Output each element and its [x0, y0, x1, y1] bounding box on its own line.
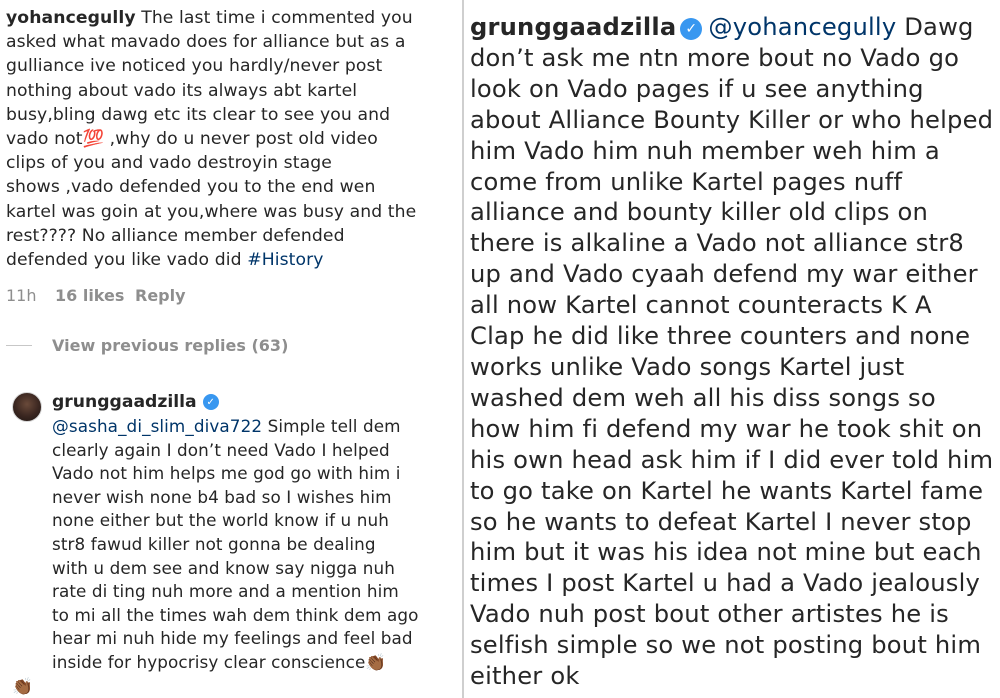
verified-badge-icon: ✓ — [680, 18, 703, 41]
right-comment-line: to go take on Kartel he wants Kartel fam… — [470, 476, 984, 505]
reply-username[interactable]: grunggaadzilla — [52, 392, 197, 412]
clapping-hands-emoji: 👏🏾 — [12, 675, 33, 696]
comment-meta-row: 11h 16 likes Reply — [6, 284, 186, 306]
reply-button[interactable]: Reply — [135, 286, 186, 305]
right-comment-line: about Alliance Bounty Killer or who help… — [470, 105, 994, 134]
replies-divider-line — [6, 345, 32, 346]
right-comment-username[interactable]: grunggaadzilla — [470, 13, 676, 41]
reply-header: grunggaadzilla ✓ — [52, 392, 219, 412]
hundred-points-emoji: 💯 — [82, 129, 105, 150]
reply-line: none either but the world know if u nuh — [52, 510, 389, 531]
right-comment-line: how him fi defend my war he took shit on — [470, 414, 983, 443]
commenter-username[interactable]: yohancegully — [6, 8, 136, 28]
comment-timestamp[interactable]: 11h — [6, 286, 55, 305]
comment-line: busy,bling dawg etc its clear to see you… — [6, 104, 391, 125]
right-comment-line: look on Vado pages if u see anything — [470, 74, 924, 103]
reply-line: @sasha_di_slim_diva722 Simple tell dem — [52, 416, 401, 436]
reply-line: hear mi nuh hide my feelings and feel ba… — [52, 628, 413, 649]
mention-link[interactable]: @sasha_di_slim_diva722 — [52, 416, 262, 436]
comment-line: clips of you and vado destroyin stage — [6, 153, 332, 174]
right-comment-line: his own head ask him if I did ever told … — [470, 445, 994, 474]
right-comment-line: all now Kartel cannot counteracts K A — [470, 291, 932, 320]
reply-line: inside for hypocrisy clear conscience👏🏾 — [52, 651, 387, 672]
view-replies-label: View previous replies (63) — [52, 336, 289, 355]
view-previous-replies-button[interactable]: View previous replies (63) — [6, 336, 288, 355]
comment-line: nothing about vado its always abt kartel — [6, 80, 358, 101]
right-comment-line: either ok — [470, 662, 580, 691]
right-comment-text: grunggaadzilla ✓ @yohancegully Dawg don’t … — [470, 12, 998, 692]
comment-line: asked what mavado does for alliance but … — [6, 32, 406, 53]
reply-line: to mi all the times wah dem think dem ag… — [52, 604, 419, 625]
verified-badge-icon: ✓ — [202, 394, 219, 410]
right-comment-line: times I post Kartel u had a Vado jealous… — [470, 569, 981, 598]
comment-line: kartel was goin at you,where was busy an… — [6, 201, 417, 222]
top-comment-text: yohancegully The last time i commented y… — [6, 6, 458, 272]
reply-body-text: @sasha_di_slim_diva722 Simple tell dem c… — [12, 415, 462, 698]
reply-line: str8 fawud killer not gonna be dealing — [52, 533, 376, 554]
right-comment-line: selfish simple so we not posting bout hi… — [470, 631, 982, 660]
right-comment-line: grunggaadzilla ✓ @yohancegully Dawg — [470, 13, 974, 41]
right-comment-line: come from unlike Kartel pages nuff — [470, 167, 903, 196]
reply-line: Vado not him helps me god go with him i — [52, 463, 401, 484]
reply-line: never wish none b4 bad so I wishes him — [52, 486, 392, 507]
right-comment-line: him Vado him nuh member weh him a — [470, 136, 940, 165]
right-comment-line: washed dem weh all his diss songs so — [470, 383, 936, 412]
right-comment-line: Vado nuh post bout other artistes he is — [470, 600, 949, 629]
right-comment-line: don’t ask me ntn more bout no Vado go — [470, 43, 960, 72]
history-hashtag-link[interactable]: #History — [247, 250, 323, 270]
clapping-hands-emoji: 👏🏾 — [365, 651, 387, 672]
comment-line: shows ,vado defended you to the end wen — [6, 177, 376, 198]
reply-line: rate di ting nuh more and a mention him — [52, 581, 399, 602]
right-screenshot-panel: grunggaadzilla ✓ @yohancegully Dawg don’t … — [464, 0, 1000, 698]
right-comment-line: alliance and bounty killer old clips on — [470, 198, 929, 227]
comment-line: vado not💯 ,why do u never post old video — [6, 129, 378, 150]
comment-likes-count[interactable]: 16 likes — [55, 286, 135, 305]
right-comment-line: him but it was his idea not mine but eac… — [470, 538, 982, 567]
comment-line: gulliance ive noticed you hardly/never p… — [6, 56, 383, 77]
right-comment-line: so he wants to defeat Kartel I never sto… — [470, 507, 972, 536]
right-comment-line: there is alkaline a Vado not alliance st… — [470, 229, 964, 258]
mention-link[interactable]: @yohancegully — [708, 13, 896, 41]
reply-line: with u dem see and know say nigga nuh — [52, 557, 395, 578]
right-comment-line: works unlike Vado songs Kartel just — [470, 352, 905, 381]
comment-line: rest???? No alliance member defended — [6, 225, 345, 246]
right-comment-line: up and Vado cyaah defend my war either — [470, 260, 978, 289]
avatar[interactable] — [12, 392, 42, 422]
comment-line: defended you like vado did #History — [6, 250, 324, 271]
right-comment-line: Clap he did like three counters and none — [470, 322, 971, 351]
left-screenshot-panel: yohancegully The last time i commented y… — [0, 0, 462, 698]
reply-line: 👏🏾 — [12, 675, 462, 698]
reply-line: clearly again I don’t need Vado I helped — [52, 439, 390, 460]
comment-line: yohancegully The last time i commented y… — [6, 8, 413, 28]
